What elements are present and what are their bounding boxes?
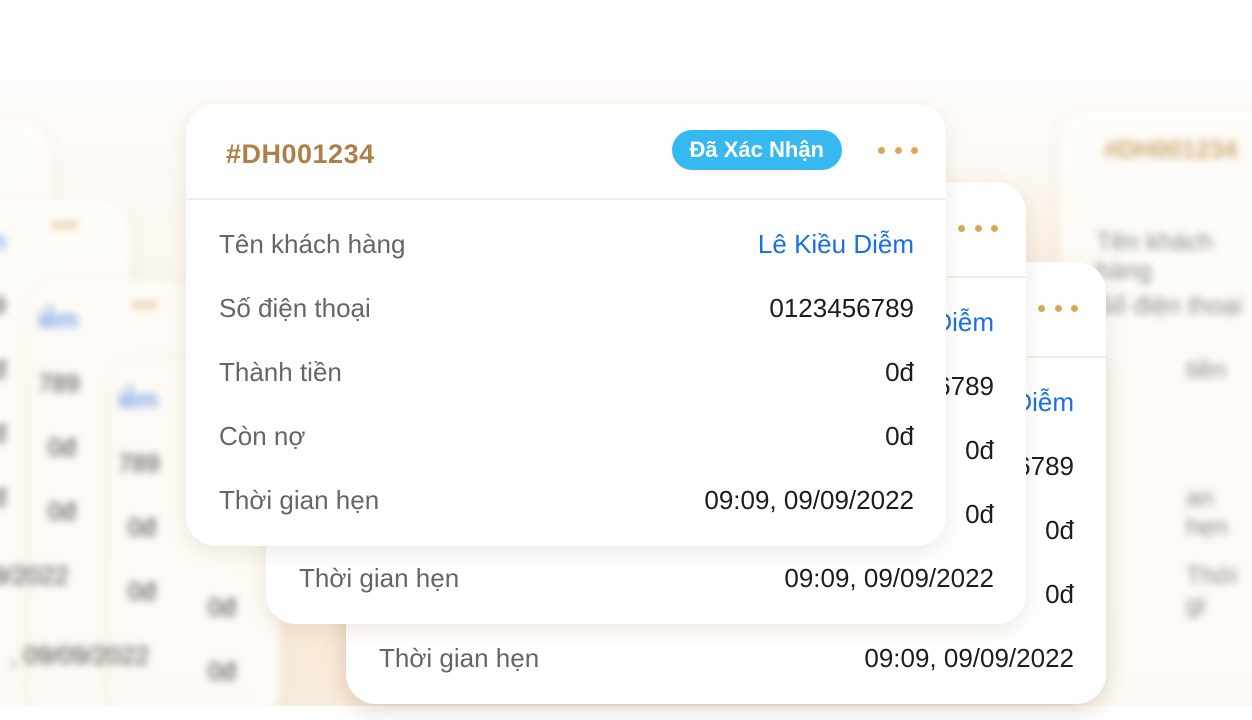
row-value: 0đ <box>965 498 994 529</box>
more-horizontal-icon[interactable] <box>958 210 998 246</box>
row-label: Thời gian hẹn <box>299 562 460 593</box>
detail-row-debt: Còn nợ 0đ <box>219 404 914 468</box>
more-horizontal-icon[interactable] <box>878 132 918 168</box>
card-header: #DH001234 Đã Xác Nhận <box>186 104 946 200</box>
phone-label: Số điện thoại <box>219 292 371 323</box>
detail-row-total: Thành tiền 0đ <box>219 340 914 404</box>
status-badge: Đã Xác Nhận <box>671 130 842 170</box>
order-card[interactable]: #DH001234 Đã Xác Nhận Tên khách hàng Lê … <box>186 104 946 546</box>
order-code: #DH001234 <box>226 139 375 169</box>
total-value: 0đ <box>885 356 914 387</box>
row-value: 0đ <box>1045 578 1074 609</box>
row-value: 09:09, 09/09/2022 <box>864 642 1074 673</box>
debt-value: 0đ <box>885 420 914 451</box>
phone-value: 0123456789 <box>769 292 914 323</box>
total-label: Thành tiền <box>219 356 342 387</box>
debt-label: Còn nợ <box>219 420 306 451</box>
customer-name-link[interactable]: Lê Kiều Diễm <box>758 229 914 260</box>
detail-row-customer: Tên khách hàng Lê Kiều Diễm <box>219 212 914 276</box>
detail-row-appointment: Thời gian hẹn 09:09, 09/09/2022 <box>379 626 1074 690</box>
card-body: Tên khách hàng Lê Kiều Diễm Số điện thoạ… <box>186 200 946 546</box>
row-value: 09:09, 09/09/2022 <box>784 562 994 593</box>
more-horizontal-icon[interactable] <box>1038 290 1078 326</box>
appointment-label: Thời gian hẹn <box>219 484 380 515</box>
appointment-value: 09:09, 09/09/2022 <box>704 484 914 515</box>
detail-row-appointment: Thời gian hẹn 09:09, 09/09/2022 <box>299 546 994 610</box>
row-value: 0đ <box>1045 514 1074 545</box>
detail-row-phone: Số điện thoại 0123456789 <box>219 276 914 340</box>
customer-name-label: Tên khách hàng <box>219 228 406 259</box>
detail-row-appointment: Thời gian hẹn 09:09, 09/09/2022 <box>219 468 914 532</box>
row-label: Thời gian hẹn <box>379 642 540 673</box>
row-value: 0đ <box>965 434 994 465</box>
